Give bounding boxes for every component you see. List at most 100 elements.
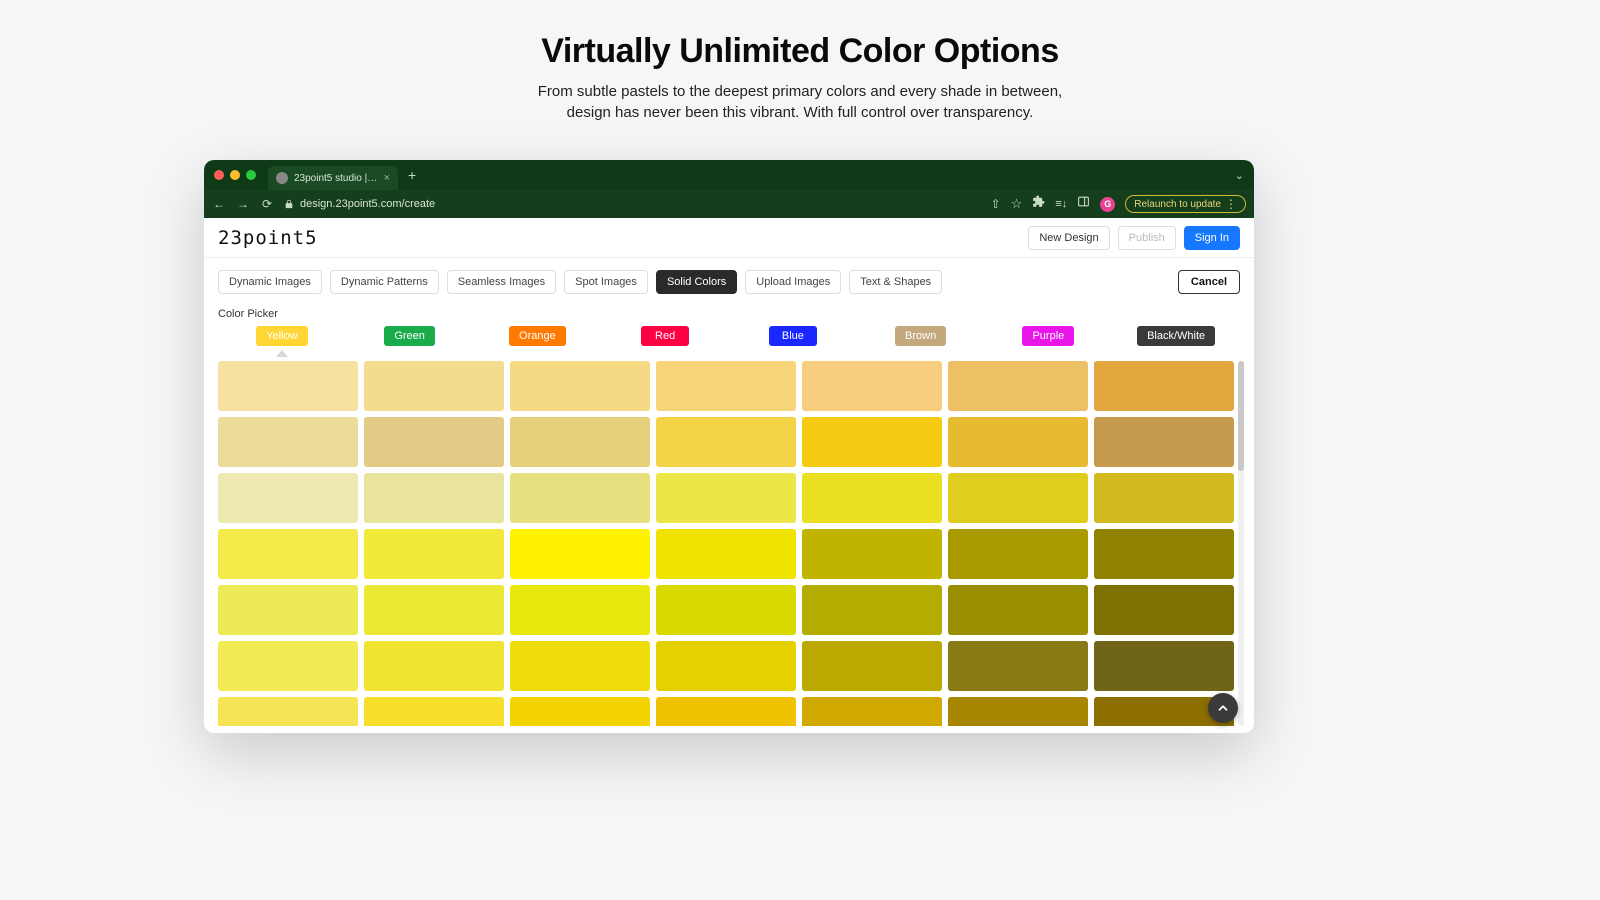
color-swatch[interactable] [510,641,650,691]
color-swatch[interactable] [802,585,942,635]
reload-icon[interactable]: ⟳ [260,197,274,211]
color-swatch[interactable] [218,417,358,467]
relaunch-button[interactable]: Relaunch to update⋮ [1125,195,1246,213]
color-swatch[interactable] [364,529,504,579]
color-picker-label: Color Picker [204,294,1254,326]
maximize-window-icon[interactable] [246,170,256,180]
tab-close-icon[interactable]: × [384,172,390,184]
color-swatch[interactable] [948,585,1088,635]
scroll-to-top-button[interactable] [1208,693,1238,723]
color-swatch[interactable] [802,529,942,579]
scrollbar-thumb[interactable] [1238,361,1244,471]
color-swatch[interactable] [656,361,796,411]
color-swatch[interactable] [1094,417,1234,467]
color-swatch[interactable] [218,585,358,635]
color-swatch[interactable] [802,697,942,726]
color-category-green[interactable]: Green [384,326,435,346]
color-swatch[interactable] [510,361,650,411]
color-swatch[interactable] [948,641,1088,691]
new-tab-button[interactable]: + [408,167,416,183]
color-swatch[interactable] [510,697,650,726]
color-swatch[interactable] [1094,473,1234,523]
color-swatch[interactable] [218,697,358,726]
color-swatch[interactable] [1094,641,1234,691]
color-swatch[interactable] [948,417,1088,467]
share-icon[interactable]: ⇧ [991,197,1001,211]
color-swatch[interactable] [802,361,942,411]
color-swatch[interactable] [802,417,942,467]
color-category-row: Yellow Green Orange Red Blue Brown Purple Black… [204,326,1254,357]
color-swatch[interactable] [510,473,650,523]
profile-avatar[interactable]: G [1100,197,1115,212]
filter-pill-seamless-images[interactable]: Seamless Images [447,270,556,294]
color-swatch[interactable] [364,473,504,523]
color-swatch[interactable] [1094,361,1234,411]
filter-pill-dynamic-patterns[interactable]: Dynamic Patterns [330,270,439,294]
color-swatch[interactable] [656,473,796,523]
app-header: 23point5 New Design Publish Sign In [204,218,1254,258]
browser-tab[interactable]: 23point5 studio | Your Fashion × [268,166,398,190]
color-swatch[interactable] [364,585,504,635]
color-swatch[interactable] [948,529,1088,579]
color-swatch[interactable] [510,529,650,579]
browser-tabbar: 23point5 studio | Your Fashion × + ⌄ [204,160,1254,190]
color-swatch[interactable] [510,417,650,467]
filter-pill-spot-images[interactable]: Spot Images [564,270,648,294]
color-swatch[interactable] [364,361,504,411]
hero-subtitle: From subtle pastels to the deepest prima… [0,81,1600,123]
color-category-red[interactable]: Red [641,326,689,346]
color-swatch[interactable] [802,473,942,523]
color-swatch[interactable] [218,641,358,691]
filter-pill-dynamic-images[interactable]: Dynamic Images [218,270,322,294]
tab-title: 23point5 studio | Your Fashion [294,173,378,184]
filter-pill-upload-images[interactable]: Upload Images [745,270,841,294]
back-icon[interactable]: ← [212,197,226,211]
window-controls [214,170,256,180]
category-active-indicator-icon [276,350,288,357]
color-swatch[interactable] [364,697,504,726]
filter-bar: Dynamic Images Dynamic Patterns Seamless I… [204,258,1254,294]
bookmark-icon[interactable]: ☆ [1011,196,1023,212]
color-swatch[interactable] [948,361,1088,411]
new-design-button[interactable]: New Design [1028,226,1109,250]
color-swatch[interactable] [802,641,942,691]
color-swatch[interactable] [364,417,504,467]
color-category-purple[interactable]: Purple [1022,326,1074,346]
color-swatch[interactable] [218,361,358,411]
tab-overflow-icon[interactable]: ⌄ [1235,169,1244,182]
publish-button: Publish [1118,226,1176,250]
color-swatch[interactable] [656,641,796,691]
color-swatch[interactable] [656,697,796,726]
color-swatch[interactable] [948,473,1088,523]
color-swatch[interactable] [510,585,650,635]
color-swatch[interactable] [218,529,358,579]
filter-pill-solid-colors[interactable]: Solid Colors [656,270,737,294]
signin-button[interactable]: Sign In [1184,226,1240,250]
reading-list-icon[interactable]: ≡↓ [1055,198,1067,210]
color-swatch[interactable] [218,473,358,523]
color-category-blue[interactable]: Blue [769,326,817,346]
color-category-black-white[interactable]: Black/White [1137,326,1215,346]
app-logo[interactable]: 23point5 [218,227,318,249]
color-swatch[interactable] [364,641,504,691]
color-swatch[interactable] [656,529,796,579]
address-bar[interactable]: design.23point5.com/create [284,198,981,210]
panel-icon[interactable] [1077,195,1090,213]
color-swatch[interactable] [1094,529,1234,579]
color-swatch[interactable] [948,697,1088,726]
color-swatch[interactable] [1094,585,1234,635]
color-category-orange[interactable]: Orange [509,326,566,346]
browser-window: 23point5 studio | Your Fashion × + ⌄ ← →… [204,160,1254,733]
color-swatch[interactable] [656,417,796,467]
color-swatch[interactable] [656,585,796,635]
close-window-icon[interactable] [214,170,224,180]
filter-pill-text-shapes[interactable]: Text & Shapes [849,270,942,294]
color-category-brown[interactable]: Brown [895,326,946,346]
minimize-window-icon[interactable] [230,170,240,180]
extensions-icon[interactable] [1032,195,1045,213]
tab-favicon-icon [276,172,288,184]
browser-urlbar: ← → ⟳ design.23point5.com/create ⇧ ☆ ≡↓ … [204,190,1254,218]
color-category-yellow[interactable]: Yellow [256,326,307,346]
forward-icon[interactable]: → [236,197,250,211]
cancel-button[interactable]: Cancel [1178,270,1240,294]
